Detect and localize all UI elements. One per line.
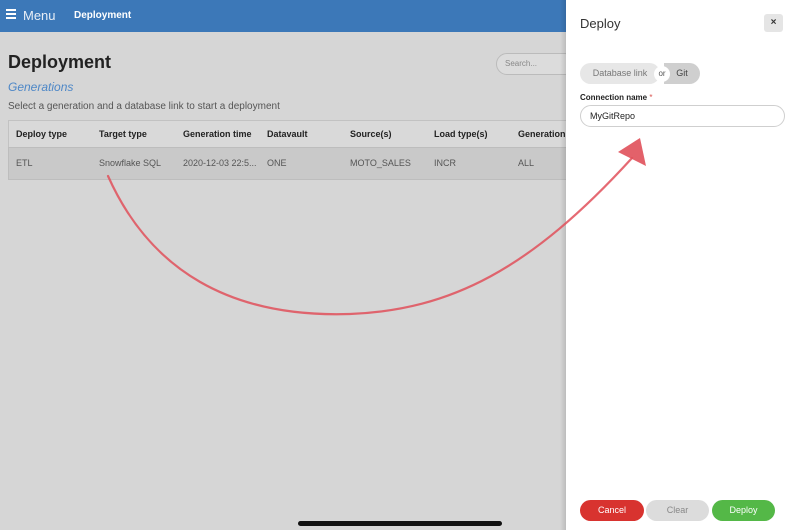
cancel-button[interactable]: Cancel <box>580 500 644 521</box>
instructions-text: Select a generation and a database link … <box>8 101 280 112</box>
table-cell: MOTO_SALES <box>350 158 411 168</box>
database-link-option[interactable]: Database link <box>580 63 660 84</box>
table-cell: ALL <box>518 158 535 168</box>
table-cell: ONE <box>267 158 287 168</box>
column-header[interactable]: Source(s) <box>350 121 392 147</box>
connection-name-input[interactable]: MyGitRepo <box>580 105 785 127</box>
connection-name-label: Connection name * <box>580 93 652 102</box>
hamburger-menu-icon[interactable] <box>6 9 16 20</box>
table-cell: Snowflake SQL <box>99 158 162 168</box>
table-cell: ETL <box>16 158 33 168</box>
menu-button[interactable]: Menu <box>23 8 56 23</box>
table-cell: INCR <box>434 158 456 168</box>
table-header: Deploy type Target type Generation time … <box>8 120 568 147</box>
generations-link[interactable]: Generations <box>8 80 73 94</box>
page-title: Deployment <box>8 52 112 72</box>
column-header[interactable]: Generation <box>518 121 566 147</box>
table-cell: 2020-12-03 22:5... <box>183 158 257 168</box>
toggle-or-label: or <box>654 66 670 82</box>
table-row[interactable]: ETL Snowflake SQL 2020-12-03 22:5... ONE… <box>8 147 568 180</box>
breadcrumb[interactable]: Deployment <box>74 10 131 21</box>
clear-button[interactable]: Clear <box>646 500 709 521</box>
deploy-button[interactable]: Deploy <box>712 500 775 521</box>
column-header[interactable]: Target type <box>99 121 147 147</box>
column-header[interactable]: Load type(s) <box>434 121 488 147</box>
column-header[interactable]: Datavault <box>267 121 308 147</box>
main-content: Deployment Generations Select a generati… <box>0 32 576 530</box>
generations-table: Deploy type Target type Generation time … <box>8 120 568 180</box>
column-header[interactable]: Generation time <box>183 121 252 147</box>
connection-name-text: Connection name <box>580 93 648 102</box>
deploy-panel: Deploy × Database link or Git Connection… <box>566 0 800 530</box>
column-header[interactable]: Deploy type <box>16 121 67 147</box>
panel-title: Deploy <box>580 16 621 31</box>
close-button[interactable]: × <box>764 14 783 32</box>
home-indicator <box>298 521 502 526</box>
required-marker: * <box>649 93 653 102</box>
target-toggle: Database link or Git <box>580 63 700 84</box>
